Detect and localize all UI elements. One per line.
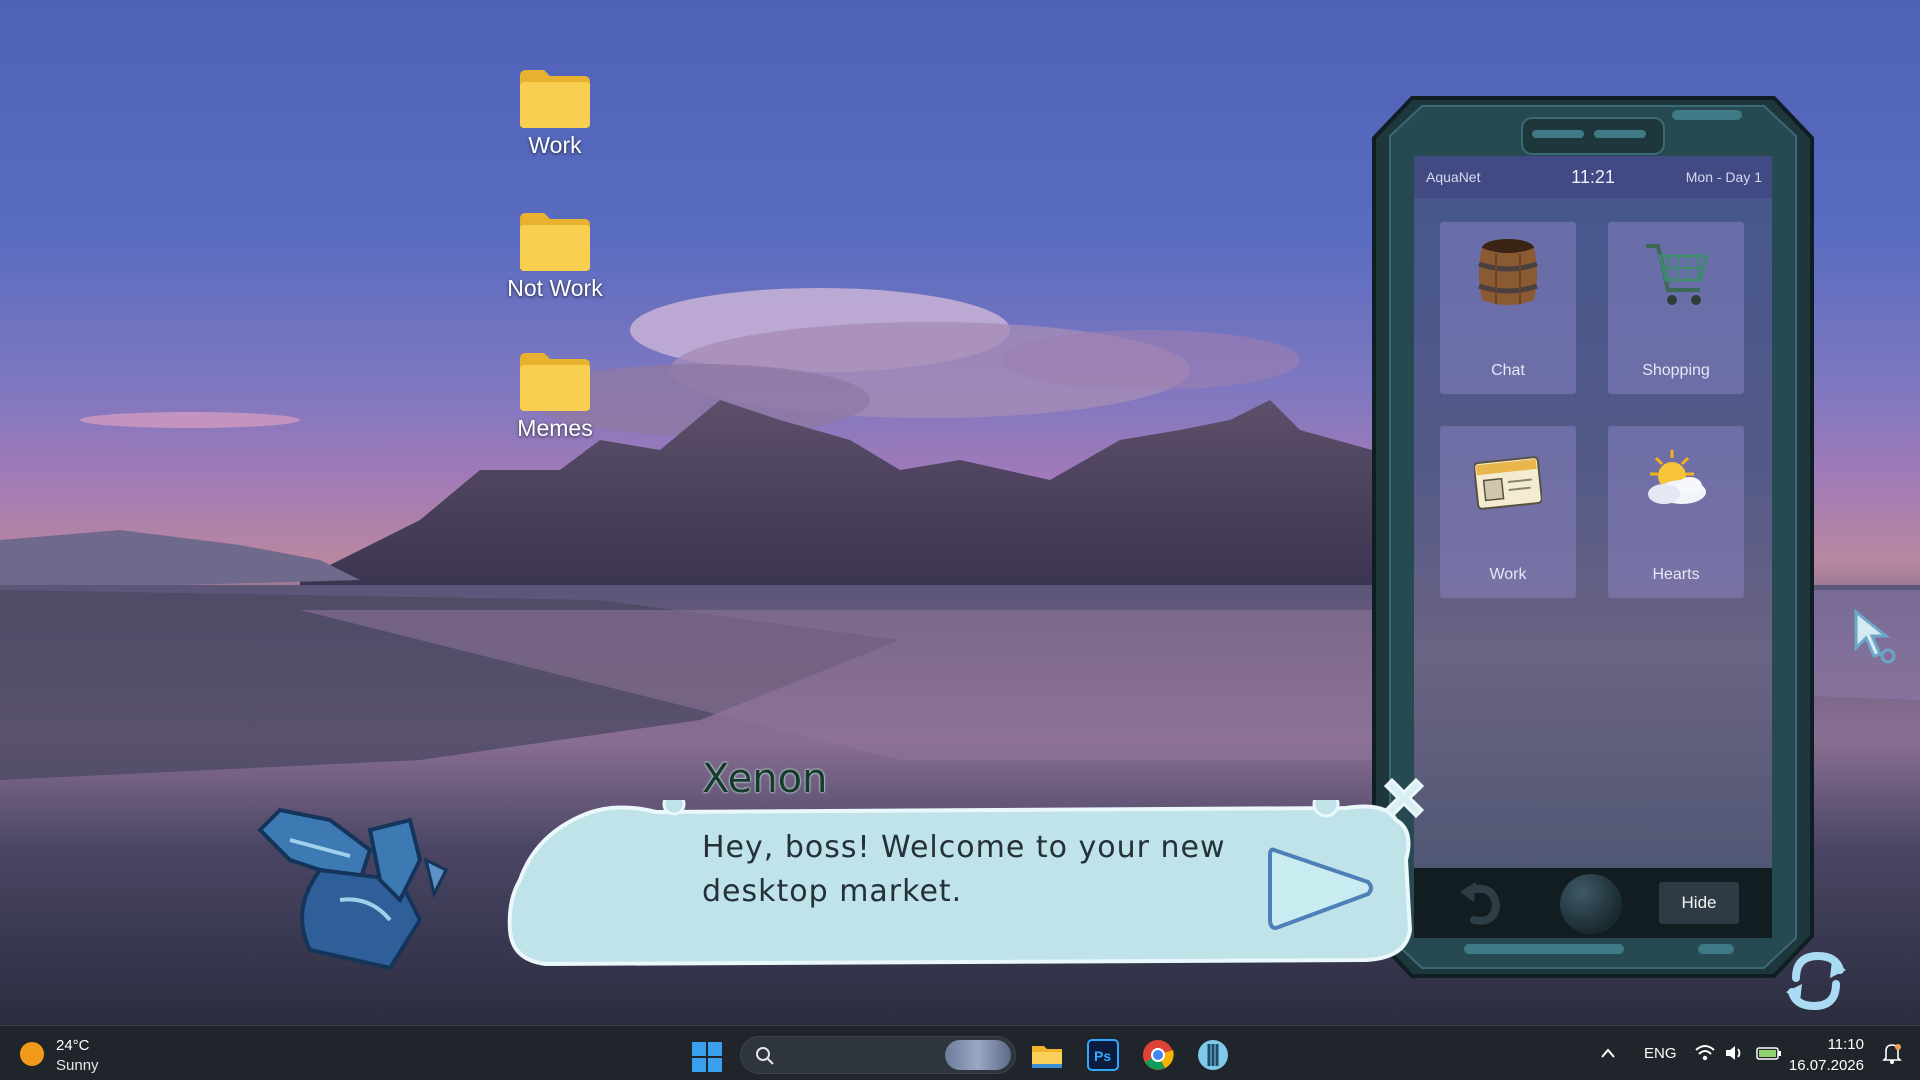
search-highlight-image — [945, 1040, 1011, 1070]
wifi-icon[interactable] — [1694, 1044, 1716, 1062]
battery-icon[interactable] — [1756, 1044, 1782, 1062]
app-label: Work — [1489, 566, 1527, 583]
anchor-cursor-icon — [1854, 608, 1896, 664]
taskbar: 24°C Sunny Ps ENG 11:10 16.07.2026 — [0, 1025, 1920, 1080]
shark-character-avatar — [257, 807, 449, 971]
aqua-app-icon[interactable] — [1196, 1038, 1230, 1072]
folder-icon — [518, 211, 592, 273]
close-icon[interactable] — [1376, 770, 1432, 826]
app-chat[interactable]: Chat — [1440, 222, 1576, 394]
phone-nav-bar: Hide — [1414, 868, 1772, 938]
notification-bell-icon[interactable] — [1882, 1042, 1902, 1064]
sun-cloud-icon — [1648, 450, 1706, 504]
app-label: Chat — [1491, 362, 1525, 379]
app-hearts[interactable]: Hearts — [1608, 426, 1744, 598]
windows-start-icon[interactable] — [692, 1042, 722, 1072]
taskbar-search-box[interactable] — [740, 1036, 1016, 1074]
folder-label: Memes — [517, 415, 593, 441]
weather-sun-icon[interactable] — [20, 1042, 44, 1066]
clock-date[interactable]: 16.07.2026 — [1789, 1057, 1864, 1074]
app-label: Hearts — [1652, 566, 1700, 583]
app-work[interactable]: Work — [1440, 426, 1576, 598]
folder-icon — [518, 351, 592, 413]
back-arrow-icon[interactable] — [1454, 880, 1504, 926]
desktop-folder-not-work[interactable]: Not Work — [485, 211, 625, 302]
phone-status-bar: AquaNet 11:21 Mon - Day 1 — [1414, 156, 1772, 198]
search-icon — [756, 1047, 774, 1065]
photoshop-icon[interactable]: Ps — [1086, 1038, 1120, 1072]
language-indicator[interactable]: ENG — [1644, 1045, 1677, 1062]
desktop-folder-work[interactable]: Work — [485, 68, 625, 159]
folder-label: Work — [528, 132, 582, 158]
hide-button[interactable]: Hide — [1659, 882, 1739, 924]
next-arrow-icon[interactable] — [1268, 842, 1378, 932]
phone-day: Mon - Day 1 — [1685, 169, 1762, 185]
clock-time[interactable]: 11:10 — [1828, 1036, 1864, 1053]
home-button[interactable] — [1560, 874, 1622, 934]
svg-text:Ps: Ps — [1094, 1048, 1111, 1064]
weather-description[interactable]: Sunny — [56, 1057, 99, 1074]
volume-icon[interactable] — [1724, 1044, 1744, 1062]
barrel-icon — [1478, 239, 1538, 305]
folder-label: Not Work — [507, 275, 603, 301]
speaker-name: Xenon — [702, 756, 828, 802]
weather-temperature[interactable]: 24°C — [56, 1037, 90, 1054]
folder-icon — [518, 68, 592, 130]
desktop-folder-memes[interactable]: Memes — [485, 351, 625, 442]
dialog-line-1: Hey, boss! Welcome to your new — [702, 830, 1226, 865]
id-card-icon — [1474, 456, 1542, 510]
chevron-up-icon[interactable] — [1600, 1046, 1616, 1060]
phone-screen: AquaNet 11:21 Mon - Day 1 Chat Shopping — [1414, 156, 1772, 870]
dialog-text: Hey, boss! Welcome to your new desktop m… — [702, 826, 1262, 914]
file-explorer-icon[interactable] — [1030, 1038, 1064, 1072]
dialog-line-2: desktop market. — [702, 874, 963, 909]
app-shopping[interactable]: Shopping — [1608, 222, 1744, 394]
chrome-icon[interactable] — [1141, 1038, 1175, 1072]
shopping-cart-icon — [1646, 244, 1708, 305]
app-label: Shopping — [1642, 362, 1710, 379]
refresh-icon[interactable] — [1782, 948, 1850, 1012]
